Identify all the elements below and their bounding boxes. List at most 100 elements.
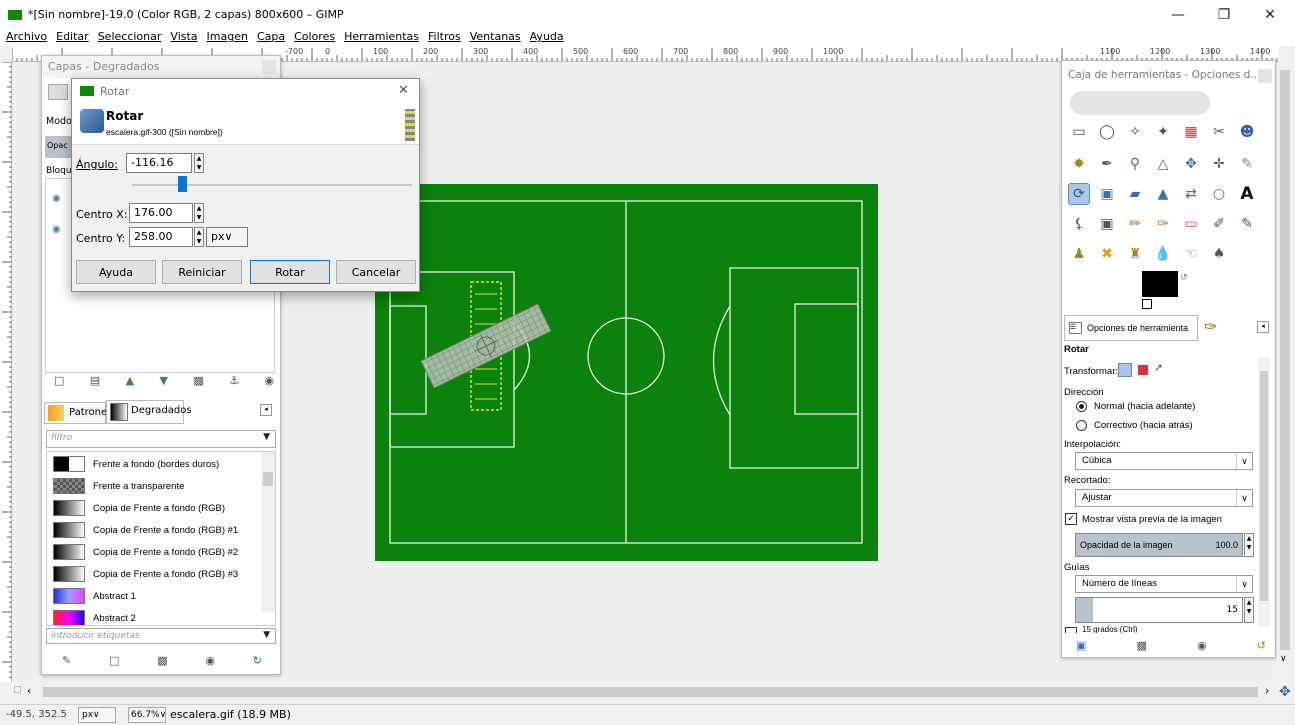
options-scrollbar[interactable] (1258, 357, 1270, 627)
cage-transform-icon[interactable]: ○ (1208, 183, 1230, 205)
menu-ayuda[interactable]: Ayuda (530, 30, 564, 46)
close-window-button[interactable]: ✕ (1247, 2, 1293, 28)
visibility-eye-icon[interactable]: ◉ (52, 193, 61, 204)
image-soccer-field[interactable] (375, 184, 878, 561)
scroll-thumb[interactable] (263, 472, 273, 486)
chevron-left-icon[interactable]: ‹ (27, 684, 31, 697)
center-x-input[interactable]: 176.00 (129, 203, 193, 223)
unit-select[interactable]: px∨ (78, 707, 116, 723)
gradient-list[interactable]: Frente a fondo (bordes duros) Frente a t… (46, 451, 276, 626)
transform-selection-icon[interactable] (1138, 365, 1148, 375)
new-layer-icon[interactable]: □ (54, 374, 64, 388)
vertical-ruler[interactable] (0, 61, 12, 682)
paintbrush-icon[interactable]: ✑ (1152, 213, 1174, 235)
raise-layer-icon[interactable]: ▲ (126, 374, 134, 388)
scissors-icon[interactable]: ✂ (1208, 121, 1230, 143)
menu-capa[interactable]: Capa (257, 30, 285, 46)
preview-checkbox[interactable]: ✓ (1065, 513, 1077, 525)
foreground-color[interactable] (1142, 271, 1178, 297)
layer-group-icon[interactable]: ▤ (90, 374, 100, 388)
heal-icon[interactable]: ✖ (1096, 243, 1118, 265)
tags-input[interactable]: introducir etiquetas ▼ (46, 628, 276, 644)
perspective-clone-icon[interactable]: ♜ (1124, 243, 1146, 265)
tab-gradients[interactable]: Degradados (106, 400, 192, 424)
duplicate-gradient-icon[interactable]: ▩ (157, 654, 167, 668)
list-item[interactable]: Copia de Frente a fondo (RGB) #2 (53, 542, 273, 562)
minimize-button[interactable]: — (1155, 2, 1201, 28)
chevron-down-icon[interactable]: ▼ (263, 630, 270, 640)
center-y-input[interactable]: 258.00 (129, 227, 193, 247)
tab-menu-icon[interactable]: ◂ (260, 404, 272, 416)
dock-close-icon[interactable] (262, 60, 276, 74)
foreground-select-icon[interactable]: ☻ (1236, 121, 1258, 143)
flip-icon[interactable]: ⇄ (1180, 183, 1202, 205)
opacity-label[interactable]: Opac (45, 136, 73, 158)
help-button[interactable]: Ayuda (76, 260, 156, 284)
chevron-right-icon[interactable]: › (1265, 684, 1269, 697)
unit-select[interactable]: px∨ (206, 227, 248, 247)
layers-tab-icon[interactable] (48, 84, 68, 100)
visibility-eye-icon[interactable]: ◉ (52, 224, 61, 235)
smudge-icon[interactable]: ☜ (1180, 243, 1202, 265)
dock-close-icon[interactable] (1258, 69, 1272, 83)
color-select-icon[interactable]: ▦ (1180, 121, 1202, 143)
default-colors-icon[interactable] (1142, 299, 1152, 309)
reset-button[interactable]: Reiniciar (162, 260, 242, 284)
duplicate-layer-icon[interactable]: ▩ (193, 374, 203, 388)
paths-icon[interactable]: ✸ (1068, 153, 1090, 175)
horizontal-scrollbar[interactable]: □ ‹ › (13, 683, 1275, 701)
menu-archivo[interactable]: Archivo (6, 30, 47, 46)
opacity-slider[interactable]: Opacidad de la imagen 100.0 (1075, 533, 1243, 557)
menu-vista[interactable]: Vista (170, 30, 197, 46)
snap-checkbox[interactable] (1065, 627, 1077, 633)
restore-options-icon[interactable]: ▩ (1137, 639, 1147, 653)
gradient-filter-input[interactable]: filtro ▼ (46, 430, 276, 448)
angle-slider-track[interactable] (132, 184, 412, 186)
refresh-icon[interactable]: ↻ (253, 654, 262, 668)
lasso-icon[interactable]: ✧ (1124, 121, 1146, 143)
interpolation-select[interactable]: Cúbica ∨ (1075, 452, 1253, 470)
menu-editar[interactable]: Editar (56, 30, 89, 46)
center-y-spinner[interactable]: ▲ ▼ (194, 227, 204, 247)
tab-patterns[interactable]: Patrones (44, 402, 112, 424)
measure-icon[interactable]: △ (1152, 153, 1174, 175)
vertical-scrollbar[interactable]: ∨ (1277, 62, 1293, 682)
save-options-icon[interactable]: ▣ (1076, 639, 1086, 653)
align-icon[interactable]: ✛ (1208, 153, 1230, 175)
list-item[interactable]: Copia de Frente a fondo (RGB) #3 (53, 564, 273, 584)
delete-gradient-icon[interactable]: ◉ (205, 654, 215, 668)
swap-colors-icon[interactable]: ↺ (1180, 273, 1188, 283)
menu-imagen[interactable]: Imagen (207, 30, 248, 46)
edit-gradient-icon[interactable]: ✎ (62, 654, 71, 668)
anchor-layer-icon[interactable]: ⚓ (229, 374, 239, 388)
direction-normal-radio[interactable] (1076, 401, 1087, 412)
scroll-thumb[interactable] (1280, 70, 1290, 650)
list-item[interactable]: Abstract 2 (53, 608, 273, 625)
airbrush-icon[interactable]: ✐ (1208, 213, 1230, 235)
crop-icon[interactable]: ✎ (1236, 153, 1258, 175)
rect-select-icon[interactable]: ▭ (1068, 121, 1090, 143)
angle-input[interactable]: -116.16 (126, 153, 192, 173)
zoom-icon[interactable]: ⚲ (1124, 153, 1146, 175)
menu-ventanas[interactable]: Ventanas (470, 30, 521, 46)
clone-icon[interactable]: ♟ (1068, 243, 1090, 265)
opacity-spinner[interactable]: ▲ ▼ (1244, 533, 1254, 557)
rotate-icon[interactable]: ⟳ (1068, 183, 1090, 205)
list-item[interactable]: Abstract 1 (53, 586, 273, 606)
list-item[interactable]: Copia de Frente a fondo (RGB) #1 (53, 520, 273, 540)
shear-icon[interactable]: ▰ (1124, 183, 1146, 205)
transform-layer-icon[interactable] (1118, 363, 1132, 377)
delete-layer-icon[interactable]: ◉ (264, 374, 274, 388)
blend-icon[interactable]: ▣ (1096, 213, 1118, 235)
center-x-spinner[interactable]: ▲ ▼ (194, 203, 204, 223)
scroll-thumb[interactable] (1260, 371, 1268, 601)
list-item[interactable]: Frente a fondo (bordes duros) (53, 454, 273, 474)
perspective-icon[interactable]: ▲ (1152, 183, 1174, 205)
brush-tab-icon[interactable]: ✑ (1204, 317, 1217, 336)
list-item[interactable]: Frente a transparente (53, 476, 273, 496)
zoom-select[interactable]: 66.7%∨ (128, 707, 166, 723)
rotate-button[interactable]: Rotar (250, 260, 330, 284)
restore-button[interactable]: ❐ (1201, 2, 1247, 28)
angle-slider-thumb[interactable] (178, 176, 188, 192)
color-picker-icon[interactable]: ✒ (1096, 153, 1118, 175)
